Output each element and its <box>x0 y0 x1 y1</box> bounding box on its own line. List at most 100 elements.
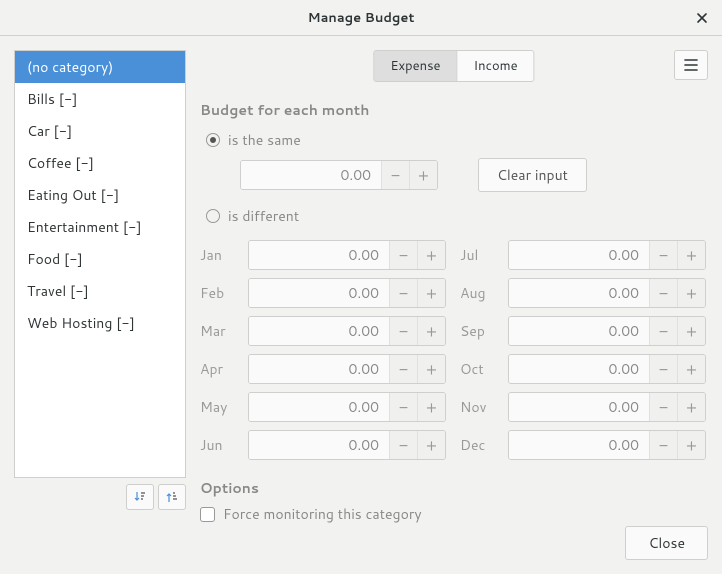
category-item[interactable]: Food [-] <box>15 243 185 275</box>
titlebar: Manage Budget <box>0 0 722 36</box>
increment-button[interactable]: + <box>417 317 445 345</box>
month-spinner-apr: −+ <box>248 354 446 384</box>
increment-button[interactable]: + <box>677 355 705 383</box>
increment-button[interactable]: + <box>677 279 705 307</box>
decrement-button[interactable]: − <box>389 393 417 421</box>
month-input-feb[interactable] <box>249 279 389 307</box>
category-item[interactable]: Eating Out [-] <box>15 179 185 211</box>
decrement-button[interactable]: − <box>389 279 417 307</box>
month-input-may[interactable] <box>249 393 389 421</box>
increment-button[interactable]: + <box>417 355 445 383</box>
radio-different-row[interactable]: is different <box>206 206 708 226</box>
month-input-jul[interactable] <box>509 241 649 269</box>
category-item[interactable]: (no category) <box>15 51 185 83</box>
month-label: Jul <box>460 245 494 265</box>
month-spinner-dec: −+ <box>508 430 706 460</box>
increment-button[interactable]: + <box>417 279 445 307</box>
decrement-button[interactable]: − <box>649 279 677 307</box>
month-input-jan[interactable] <box>249 241 389 269</box>
decrement-button[interactable]: − <box>381 161 409 189</box>
content-panel: Expense Income Budget for each month is … <box>200 50 708 510</box>
increment-button[interactable]: + <box>677 241 705 269</box>
category-item[interactable]: Entertainment [-] <box>15 211 185 243</box>
category-item[interactable]: Web Hosting [-] <box>15 307 185 339</box>
month-input-oct[interactable] <box>509 355 649 383</box>
month-spinner-aug: −+ <box>508 278 706 308</box>
month-spinner-jan: −+ <box>248 240 446 270</box>
decrement-button[interactable]: − <box>649 355 677 383</box>
increment-button[interactable]: + <box>677 393 705 421</box>
month-label: Oct <box>460 359 494 379</box>
tab-expense[interactable]: Expense <box>374 51 456 81</box>
increment-button[interactable]: + <box>417 393 445 421</box>
force-monitor-row[interactable]: Force monitoring this category <box>200 504 708 524</box>
radio-same-label: is the same <box>228 130 301 150</box>
month-spinner-may: −+ <box>248 392 446 422</box>
category-sidebar: (no category)Bills [-]Car [-]Coffee [-]E… <box>14 50 186 510</box>
radio-different-label: is different <box>228 206 299 226</box>
month-label: Jun <box>200 435 234 455</box>
month-input-sep[interactable] <box>509 317 649 345</box>
month-spinner-mar: −+ <box>248 316 446 346</box>
month-input-mar[interactable] <box>249 317 389 345</box>
month-spinner-jun: −+ <box>248 430 446 460</box>
month-spinner-jul: −+ <box>508 240 706 270</box>
month-label: Sep <box>460 321 494 341</box>
month-input-nov[interactable] <box>509 393 649 421</box>
radio-different[interactable] <box>206 209 220 223</box>
month-label: May <box>200 397 234 417</box>
category-item[interactable]: Car [-] <box>15 115 185 147</box>
tab-income[interactable]: Income <box>457 51 534 81</box>
close-icon[interactable] <box>692 8 712 28</box>
decrement-button[interactable]: − <box>389 317 417 345</box>
decrement-button[interactable]: − <box>389 431 417 459</box>
radio-same[interactable] <box>206 133 220 147</box>
type-toggle: Expense Income <box>373 50 534 82</box>
category-item[interactable]: Coffee [-] <box>15 147 185 179</box>
sort-asc-button[interactable] <box>126 484 154 510</box>
month-spinner-nov: −+ <box>508 392 706 422</box>
force-monitor-label: Force monitoring this category <box>223 504 422 524</box>
decrement-button[interactable]: − <box>649 241 677 269</box>
month-label: Mar <box>200 321 234 341</box>
window-title: Manage Budget <box>308 9 415 27</box>
month-spinner-sep: −+ <box>508 316 706 346</box>
same-value-input[interactable] <box>241 161 381 189</box>
increment-button[interactable]: + <box>677 431 705 459</box>
budget-heading: Budget for each month <box>200 100 708 120</box>
month-label: Jan <box>200 245 234 265</box>
increment-button[interactable]: + <box>417 431 445 459</box>
hamburger-menu-button[interactable] <box>674 50 708 80</box>
month-label: Feb <box>200 283 234 303</box>
clear-input-button[interactable]: Clear input <box>478 158 587 192</box>
category-item[interactable]: Travel [-] <box>15 275 185 307</box>
month-label: Nov <box>460 397 494 417</box>
decrement-button[interactable]: − <box>649 317 677 345</box>
decrement-button[interactable]: − <box>389 241 417 269</box>
month-spinner-feb: −+ <box>248 278 446 308</box>
options-heading: Options <box>200 478 708 498</box>
month-input-apr[interactable] <box>249 355 389 383</box>
increment-button[interactable]: + <box>409 161 437 189</box>
dialog-footer: Close <box>14 520 708 560</box>
month-label: Aug <box>460 283 494 303</box>
month-input-jun[interactable] <box>249 431 389 459</box>
decrement-button[interactable]: − <box>649 393 677 421</box>
sort-desc-button[interactable] <box>158 484 186 510</box>
month-spinner-oct: −+ <box>508 354 706 384</box>
close-button[interactable]: Close <box>625 526 708 560</box>
increment-button[interactable]: + <box>417 241 445 269</box>
months-grid: Jan−+Jul−+Feb−+Aug−+Mar−+Sep−+Apr−+Oct−+… <box>200 240 708 460</box>
month-label: Apr <box>200 359 234 379</box>
category-list[interactable]: (no category)Bills [-]Car [-]Coffee [-]E… <box>14 50 186 478</box>
increment-button[interactable]: + <box>677 317 705 345</box>
force-monitor-checkbox[interactable] <box>200 507 215 522</box>
same-value-spinner: − + <box>240 160 438 190</box>
radio-same-row[interactable]: is the same <box>206 130 708 150</box>
month-label: Dec <box>460 435 494 455</box>
category-item[interactable]: Bills [-] <box>15 83 185 115</box>
month-input-aug[interactable] <box>509 279 649 307</box>
decrement-button[interactable]: − <box>389 355 417 383</box>
decrement-button[interactable]: − <box>649 431 677 459</box>
month-input-dec[interactable] <box>509 431 649 459</box>
